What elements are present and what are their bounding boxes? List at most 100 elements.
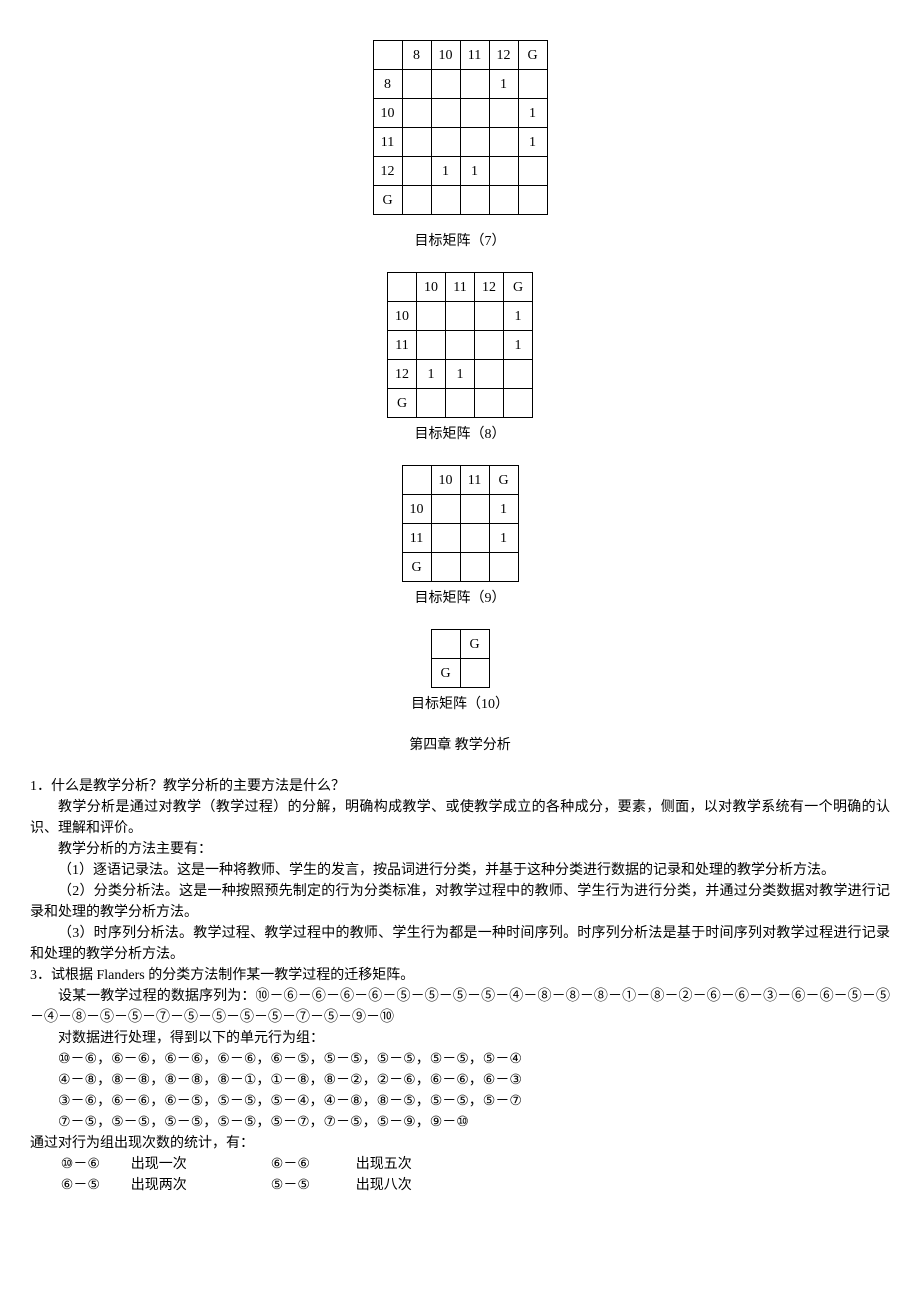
cell: 1 xyxy=(489,70,518,99)
cell: 1 xyxy=(417,360,446,389)
cell: 10 xyxy=(431,466,460,495)
matrix-9-block: 10 11 G 10 1 11 1 G 目标矩阵（9） xyxy=(30,465,890,609)
table-row: 10 1 xyxy=(388,302,533,331)
group-line: ④－⑧，⑧－⑧，⑧－⑧，⑧－①，①－⑧，⑧－②，②－⑥，⑥－⑥，⑥－③ xyxy=(30,1070,890,1091)
freq-pair: ⑤－⑤ xyxy=(271,1175,356,1196)
cell: 1 xyxy=(489,495,518,524)
cell xyxy=(446,302,475,331)
cell xyxy=(431,99,460,128)
paragraph: 教学分析的方法主要有： xyxy=(30,839,890,860)
cell: G xyxy=(460,630,489,659)
cell: 11 xyxy=(373,128,402,157)
cell xyxy=(475,331,504,360)
cell xyxy=(373,41,402,70)
cell xyxy=(460,186,489,215)
question-1: 1．什么是教学分析？教学分析的主要方法是什么？ xyxy=(30,776,890,797)
cell xyxy=(417,331,446,360)
table-row: 11 1 xyxy=(373,128,547,157)
table-row: 10 11 G xyxy=(402,466,518,495)
cell xyxy=(460,659,489,688)
cell: G xyxy=(402,553,431,582)
cell: 1 xyxy=(504,331,533,360)
cell: 1 xyxy=(446,360,475,389)
cell: 11 xyxy=(388,331,417,360)
cell xyxy=(431,495,460,524)
cell: 8 xyxy=(402,41,431,70)
cell: 1 xyxy=(518,128,547,157)
group-line: ③－⑥，⑥－⑥，⑥－⑤，⑤－⑤，⑤－④，④－⑧，⑧－⑤，⑤－⑤，⑤－⑦ xyxy=(30,1091,890,1112)
cell xyxy=(431,128,460,157)
matrix-10-block: G G 目标矩阵（10） xyxy=(30,629,890,715)
cell: 12 xyxy=(388,360,417,389)
question-3: 3．试根据 Flanders 的分类方法制作某一教学过程的迁移矩阵。 xyxy=(30,965,890,986)
table-row: 11 1 xyxy=(402,524,518,553)
cell xyxy=(460,70,489,99)
matrix-7-caption: 目标矩阵（7） xyxy=(415,231,506,252)
table-row: 12 1 1 xyxy=(388,360,533,389)
matrix-8-block: 10 11 12 G 10 1 11 1 12 1 1 G xyxy=(30,272,890,445)
paragraph: （3）时序列分析法。教学过程、教学过程中的教师、学生行为都是一种时间序列。时序列… xyxy=(30,923,890,965)
cell xyxy=(402,99,431,128)
table-row: G xyxy=(431,659,489,688)
freq-pair: ⑥－⑤ xyxy=(30,1175,131,1196)
group-line: ⑦－⑤，⑤－⑤，⑤－⑤，⑤－⑤，⑤－⑦，⑦－⑤，⑤－⑨，⑨－⑩ xyxy=(30,1112,890,1133)
cell xyxy=(417,389,446,418)
cell: 12 xyxy=(475,273,504,302)
cell xyxy=(475,389,504,418)
matrix-10: G G xyxy=(431,629,490,688)
cell xyxy=(475,360,504,389)
cell xyxy=(460,128,489,157)
cell xyxy=(446,389,475,418)
chapter-title: 第四章 教学分析 xyxy=(30,735,890,756)
paragraph: 通过对行为组出现次数的统计，有： xyxy=(30,1133,890,1154)
cell: 10 xyxy=(388,302,417,331)
cell xyxy=(402,128,431,157)
cell xyxy=(460,495,489,524)
cell: 10 xyxy=(402,495,431,524)
cell xyxy=(518,157,547,186)
cell: 11 xyxy=(446,273,475,302)
cell xyxy=(504,360,533,389)
cell xyxy=(388,273,417,302)
cell: 1 xyxy=(489,524,518,553)
cell: 11 xyxy=(460,41,489,70)
cell xyxy=(417,302,446,331)
cell xyxy=(518,186,547,215)
cell xyxy=(431,524,460,553)
freq-count: 出现两次 xyxy=(131,1175,271,1196)
table-row: 11 1 xyxy=(388,331,533,360)
cell: 10 xyxy=(373,99,402,128)
matrix-7: 8 10 11 12 G 8 1 10 1 11 1 xyxy=(373,40,548,215)
table-row: 8 10 11 12 G xyxy=(373,41,547,70)
cell xyxy=(431,630,460,659)
table-row: G xyxy=(402,553,518,582)
cell xyxy=(489,553,518,582)
matrix-10-caption: 目标矩阵（10） xyxy=(411,694,509,715)
table-row: G xyxy=(388,389,533,418)
table-row: G xyxy=(373,186,547,215)
matrix-7-block: 8 10 11 12 G 8 1 10 1 11 1 xyxy=(30,40,890,252)
cell: G xyxy=(504,273,533,302)
cell xyxy=(402,466,431,495)
cell: G xyxy=(518,41,547,70)
cell xyxy=(460,553,489,582)
cell: G xyxy=(388,389,417,418)
freq-pair: ⑥－⑥ xyxy=(271,1154,356,1175)
table-row: 10 1 xyxy=(373,99,547,128)
paragraph: （1）逐语记录法。这是一种将教师、学生的发言，按品词进行分类，并基于这种分类进行… xyxy=(30,860,890,881)
cell: 12 xyxy=(373,157,402,186)
matrix-9-caption: 目标矩阵（9） xyxy=(415,588,506,609)
cell xyxy=(504,389,533,418)
cell: 11 xyxy=(460,466,489,495)
table-row: 12 1 1 xyxy=(373,157,547,186)
cell: 1 xyxy=(518,99,547,128)
cell: 11 xyxy=(402,524,431,553)
matrix-8-caption: 目标矩阵（8） xyxy=(415,424,506,445)
cell xyxy=(489,157,518,186)
freq-row: ⑩－⑥ 出现一次 ⑥－⑥ 出现五次 xyxy=(30,1154,890,1175)
cell xyxy=(402,157,431,186)
cell: G xyxy=(373,186,402,215)
cell: 10 xyxy=(417,273,446,302)
matrix-8: 10 11 12 G 10 1 11 1 12 1 1 G xyxy=(387,272,533,418)
freq-count: 出现一次 xyxy=(131,1154,271,1175)
